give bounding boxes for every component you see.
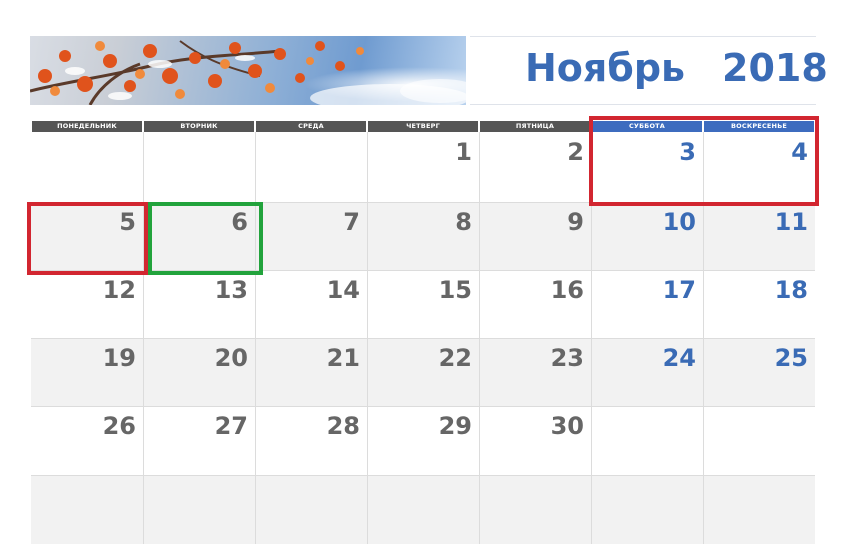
day-cell [143, 132, 255, 202]
day-number: 15 [438, 276, 472, 304]
day-number: 16 [550, 276, 584, 304]
header-rule-top [470, 36, 816, 37]
day-number: 28 [326, 412, 360, 440]
weekday-header: ПЯТНИЦА [480, 121, 590, 132]
weekday-header: СУББОТА [592, 121, 702, 132]
day-cell[interactable]: 6 [143, 202, 255, 270]
day-cell [31, 132, 143, 202]
day-cell[interactable]: 16 [479, 270, 591, 338]
day-number: 27 [214, 412, 248, 440]
banner-image [30, 36, 466, 105]
day-cell[interactable]: 2 [479, 132, 591, 202]
weekday-header: ВТОРНИК [144, 121, 254, 132]
weekday-header: СРЕДА [256, 121, 366, 132]
grid-row-divider [31, 475, 815, 476]
day-number: 6 [231, 208, 248, 236]
day-cell [703, 475, 815, 544]
day-number: 21 [326, 344, 360, 372]
day-cell[interactable]: 21 [255, 338, 367, 406]
day-cell[interactable]: 28 [255, 406, 367, 475]
day-number: 5 [119, 208, 136, 236]
grid-row-divider [31, 270, 815, 271]
grid-row-divider [31, 202, 815, 203]
header-rule-bottom [470, 104, 816, 105]
day-cell[interactable]: 14 [255, 270, 367, 338]
day-number: 8 [455, 208, 472, 236]
day-cell[interactable]: 1 [367, 132, 479, 202]
day-number: 23 [550, 344, 584, 372]
day-cell[interactable]: 18 [703, 270, 815, 338]
day-number: 10 [662, 208, 696, 236]
day-number: 24 [662, 344, 696, 372]
month-title: Ноябрь [525, 46, 686, 90]
day-cell[interactable]: 29 [367, 406, 479, 475]
day-cell[interactable]: 30 [479, 406, 591, 475]
day-cell[interactable]: 15 [367, 270, 479, 338]
day-number: 11 [774, 208, 808, 236]
day-cell [479, 475, 591, 544]
day-cell[interactable]: 24 [591, 338, 703, 406]
day-cell[interactable]: 4 [703, 132, 815, 202]
day-number: 13 [214, 276, 248, 304]
day-cell [31, 475, 143, 544]
day-number: 4 [791, 138, 808, 166]
day-cell [591, 475, 703, 544]
day-cell[interactable]: 5 [31, 202, 143, 270]
grid-row-divider [31, 406, 815, 407]
day-number: 25 [774, 344, 808, 372]
day-number: 29 [438, 412, 472, 440]
day-cell[interactable]: 19 [31, 338, 143, 406]
day-cell [255, 132, 367, 202]
day-number: 20 [214, 344, 248, 372]
weekday-header: ВОСКРЕСЕНЬЕ [704, 121, 814, 132]
day-number: 1 [455, 138, 472, 166]
day-number: 9 [567, 208, 584, 236]
day-cell[interactable]: 20 [143, 338, 255, 406]
day-cell[interactable]: 26 [31, 406, 143, 475]
day-number: 12 [102, 276, 136, 304]
day-cell[interactable]: 17 [591, 270, 703, 338]
day-cell[interactable]: 11 [703, 202, 815, 270]
day-number: 7 [343, 208, 360, 236]
day-number: 14 [326, 276, 360, 304]
grid-row-divider [31, 338, 815, 339]
day-cell[interactable]: 9 [479, 202, 591, 270]
day-cell[interactable]: 8 [367, 202, 479, 270]
day-number: 30 [550, 412, 584, 440]
day-cell[interactable]: 12 [31, 270, 143, 338]
day-number: 3 [679, 138, 696, 166]
day-cell [591, 406, 703, 475]
day-cell[interactable]: 3 [591, 132, 703, 202]
day-cell[interactable]: 22 [367, 338, 479, 406]
day-cell[interactable]: 10 [591, 202, 703, 270]
day-number: 17 [662, 276, 696, 304]
day-cell [703, 406, 815, 475]
day-number: 2 [567, 138, 584, 166]
blossom-branch-image [30, 36, 466, 105]
day-cell[interactable]: 27 [143, 406, 255, 475]
year-title: 2018 [722, 46, 828, 90]
day-number: 19 [102, 344, 136, 372]
day-cell[interactable]: 23 [479, 338, 591, 406]
weekday-header: ЧЕТВЕРГ [368, 121, 478, 132]
day-cell[interactable]: 7 [255, 202, 367, 270]
day-cell [143, 475, 255, 544]
day-cell[interactable]: 13 [143, 270, 255, 338]
day-number: 26 [102, 412, 136, 440]
day-number: 22 [438, 344, 472, 372]
day-cell [367, 475, 479, 544]
day-number: 18 [774, 276, 808, 304]
day-cell [255, 475, 367, 544]
day-cell[interactable]: 25 [703, 338, 815, 406]
weekday-header: ПОНЕДЕЛЬНИК [32, 121, 142, 132]
